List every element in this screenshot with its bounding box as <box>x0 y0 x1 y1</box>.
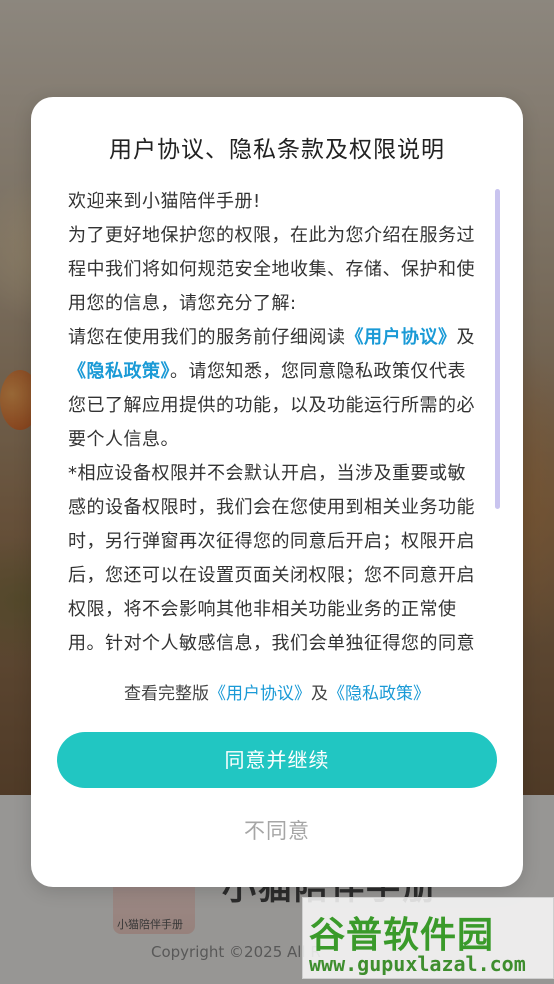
dialog-content[interactable]: 欢迎来到小猫陪伴手册! 为了更好地保护您的权限，在此为您介绍在服务过程中我们将如… <box>68 185 480 655</box>
watermark-title: 谷普软件园 <box>309 915 495 956</box>
dialog-title: 用户协议、隐私条款及权限说明 <box>109 137 445 163</box>
agree-continue-button[interactable]: 同意并继续 <box>57 732 497 788</box>
privacy-dialog: 用户协议、隐私条款及权限说明 欢迎来到小猫陪伴手册! 为了更好地保护您的权限，在… <box>31 97 523 887</box>
content-scrollbar[interactable] <box>495 189 500 509</box>
permissions-note: *相应设备权限并不会默认开启，当涉及重要或敏感的设备权限时，我们会在您使用到相关… <box>68 463 475 654</box>
welcome-text: 欢迎来到小猫陪伴手册! <box>68 191 261 212</box>
view-full-and: 及 <box>311 684 328 704</box>
view-full-prefix: 查看完整版 <box>124 684 209 704</box>
privacy-policy-link[interactable]: 《隐私政策》 <box>68 361 170 382</box>
view-full-privacy-policy-link[interactable]: 《隐私政策》 <box>328 684 430 704</box>
disagree-button[interactable]: 不同意 <box>31 815 523 845</box>
view-full-user-agreement-link[interactable]: 《用户协议》 <box>209 684 311 704</box>
watermark-url: www.gupuxlazal.com <box>309 952 526 976</box>
intro-text: 为了更好地保护您的权限，在此为您介绍在服务过程中我们将如何规范安全地收集、存储、… <box>68 225 475 314</box>
user-agreement-link[interactable]: 《用户协议》 <box>346 327 457 348</box>
read-agreement-paragraph: 请您在使用我们的服务前仔细阅读《用户协议》及《隐私政策》。请您知悉，您同意隐私政… <box>68 321 480 457</box>
watermark: 谷普软件园 www.gupuxlazal.com <box>302 897 554 979</box>
and-text: 及 <box>456 327 475 348</box>
read-prefix: 请您在使用我们的服务前仔细阅读 <box>68 327 346 348</box>
view-full-agreements: 查看完整版《用户协议》及《隐私政策》 <box>31 679 523 704</box>
screen: 小猫陪伴手册 小猫陪伴手册 Copyright ©2025 All R 用户协议… <box>0 0 554 984</box>
